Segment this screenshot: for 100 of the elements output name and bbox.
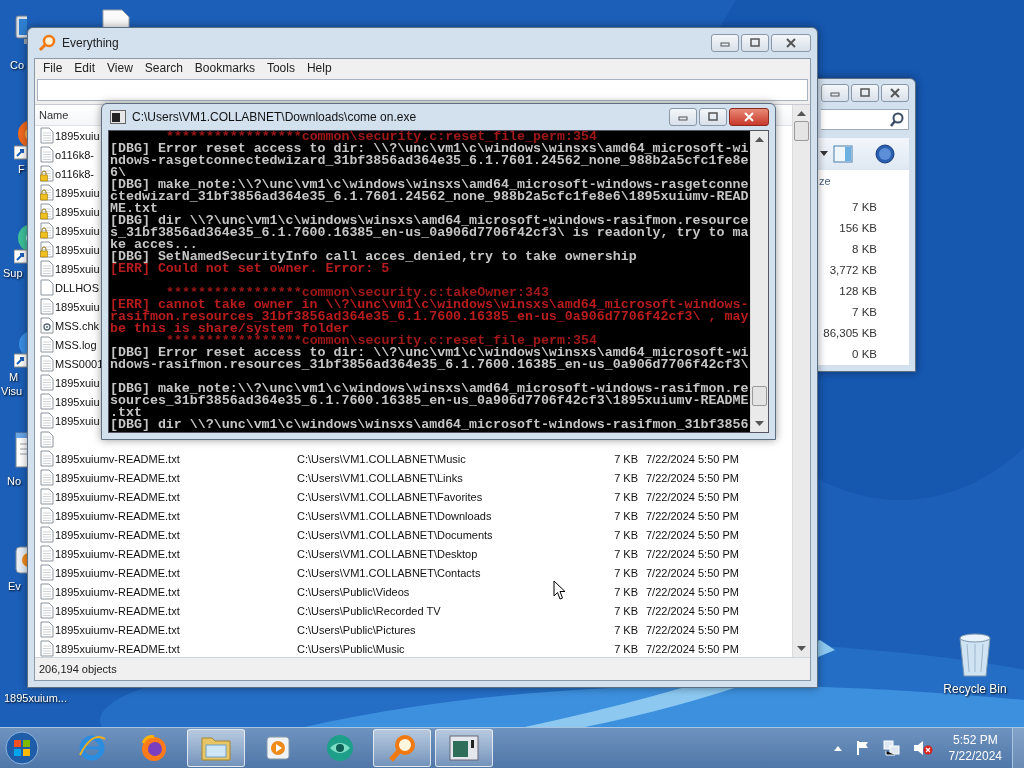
console-line: be this is share/system folder [110, 323, 350, 335]
file-name[interactable]: 1895xuiumv-README.txt [55, 604, 180, 617]
file-name[interactable]: MSS.chk [55, 319, 99, 332]
file-size: 0 KB [852, 347, 877, 362]
menu-item[interactable]: Tools [260, 61, 301, 75]
file-path: C:\Users\VM1.COLLABNET\Desktop [297, 547, 478, 560]
console-line: *****************common\security.c:reset_file_perm:354 [166, 131, 597, 143]
status-text: 206,194 objects [39, 663, 117, 675]
desktop-icon-label: 1895xuium... [4, 691, 67, 705]
file-name[interactable]: 1895xuiu [55, 224, 100, 237]
modified-date: 7/22/2024 5:50 PM [646, 471, 739, 484]
file-size: 7 KB [614, 452, 638, 465]
file-name[interactable]: 1895xuiu [55, 243, 100, 256]
console-line: s_31bf3856ad364e35_6.1.7600.16385_en-us_0a906d7706f42cf3\ is readonly, try to ma [110, 227, 750, 239]
modified-date: 7/22/2024 5:50 PM [646, 490, 739, 503]
file-name[interactable]: 1895xuiumv-README.txt [55, 471, 180, 484]
file-name[interactable]: 1895xuiumv-README.txt [55, 547, 180, 560]
console-line: ke acces... [110, 239, 198, 251]
file-name[interactable]: MSS.log [55, 338, 97, 351]
window-title: Everything [62, 36, 119, 50]
menu-item[interactable]: Edit [68, 61, 102, 75]
console-line: [ERR] cannot take owner in \\?\unc\vm1\c\windows\winsxs\amd64_microsoft-windows- [110, 299, 750, 311]
console-line: *****************common\security.c:reset_file_perm:354 [166, 335, 597, 347]
modified-date: 7/22/2024 5:50 PM [646, 623, 739, 636]
file-size: 7 KB [852, 305, 877, 320]
file-name[interactable]: 1895xuiu [55, 376, 100, 389]
modified-date: 7/22/2024 5:50 PM [646, 452, 739, 465]
desktop-icon-label: M [9, 370, 19, 384]
file-name[interactable]: 1895xuiu [55, 129, 100, 142]
file-path: C:\Users\VM1.COLLABNET\Contacts [297, 566, 481, 579]
file-size: 7 KB [614, 528, 638, 541]
file-path: C:\Users\VM1.COLLABNET\Favorites [297, 490, 483, 503]
console-line: [DBG] Error reset access to dir: \\?\unc\vm1\c\windows\winsxs\amd64_microsoft-wi [110, 143, 750, 155]
menu-item[interactable]: Search [138, 61, 189, 75]
desktop-icon-label: Co [10, 58, 25, 72]
file-name[interactable]: 1895xuiu [55, 186, 100, 199]
menu-item[interactable]: View [101, 61, 139, 75]
modified-date: 7/22/2024 5:50 PM [646, 566, 739, 579]
window-title: C:\Users\VM1.COLLABNET\Downloads\come on.exe [132, 110, 417, 124]
menu-item[interactable]: Bookmarks [188, 61, 261, 75]
file-name[interactable]: 1895xuiu [55, 300, 100, 313]
file-name[interactable]: 1895xuiumv-README.txt [55, 490, 180, 503]
file-name[interactable]: o116k8- [55, 167, 94, 180]
console-line: [DBG] dir \\?\unc\vm1\c\windows\winsxs\amd64_microsoft-windows-rasifmon_31bf3856 [110, 419, 750, 431]
column-header[interactable]: ze [819, 170, 831, 197]
console-line: [ERR] Could not set owner. Error: 5 [110, 263, 390, 275]
file-name[interactable]: 1895xuiumv-README.txt [55, 566, 180, 579]
file-path: C:\Users\Public\Music [297, 642, 405, 655]
file-size: 7 KB [852, 200, 877, 215]
file-size: 7 KB [614, 509, 638, 522]
file-path: C:\Users\Public\Videos [297, 585, 410, 598]
file-name[interactable]: DLLHOS [55, 281, 100, 294]
file-name[interactable]: 1895xuiumv-README.txt [55, 509, 180, 522]
file-name[interactable]: 1895xuiu [55, 262, 100, 275]
file-path: C:\Users\Public\Pictures [297, 623, 416, 636]
file-size: 128 KB [839, 284, 877, 299]
file-name[interactable]: 1895xuiumv-README.txt [55, 452, 180, 465]
file-name[interactable]: 1895xuiumv-README.txt [55, 585, 180, 598]
file-path: C:\Users\VM1.COLLABNET\Music [297, 452, 466, 465]
column-header[interactable]: Name [35, 109, 69, 121]
clock-time[interactable]: 5:52 PM [952, 732, 998, 748]
console-line: .txt [110, 407, 142, 419]
console-line: rasifmon.resources_31bf3856ad364e35_6.1.7600.16385_en-us_0a906d7706f42cf3\ , may [110, 311, 750, 323]
file-name[interactable]: 1895xuiu [55, 414, 100, 427]
clock-date[interactable]: 7/22/2024 [948, 748, 1002, 764]
file-path: C:\Users\VM1.COLLABNET\Links [297, 471, 463, 484]
modified-date: 7/22/2024 5:50 PM [646, 547, 739, 560]
file-size: 7 KB [614, 642, 638, 655]
console-line: ctedwizard_31bf3856ad364e35_6.1.7601.24562_none_988b2a5cfc1fe8e6\1895xuiumv-READ [110, 191, 750, 203]
console-line: 6\ [110, 167, 126, 179]
modified-date: 7/22/2024 5:50 PM [646, 642, 739, 655]
file-size: 7 KB [614, 490, 638, 503]
file-name[interactable]: 1895xuiu [55, 395, 100, 408]
console-line: ME.txt [110, 203, 158, 215]
file-size: 86,305 KB [823, 326, 877, 341]
file-size: 7 KB [614, 623, 638, 636]
console-line: [DBG] dir \\?\unc\vm1\c\windows\winsxs\amd64_microsoft-windows-rasifmon.resource [110, 215, 750, 227]
menu-item[interactable]: File [37, 61, 69, 75]
file-name[interactable]: 1895xuiumv-README.txt [55, 528, 180, 541]
modified-date: 7/22/2024 5:50 PM [646, 528, 739, 541]
file-path: C:\Users\VM1.COLLABNET\Downloads [297, 509, 492, 522]
file-name[interactable]: 1895xuiumv-README.txt [55, 623, 180, 636]
modified-date: 7/22/2024 5:50 PM [646, 509, 739, 522]
console-line: sources_31bf3856ad364e35_6.1.7600.16385_en-us_0a906d7706f42cf3\1895xuiumv-README [110, 395, 750, 407]
file-path: C:\Users\VM1.COLLABNET\Documents [297, 528, 493, 541]
console-line: *****************common\security.c:takeOwner:343 [166, 287, 549, 299]
file-name[interactable]: o116k8- [55, 148, 94, 161]
file-name[interactable]: MSS0001 [55, 357, 104, 370]
file-name[interactable]: 1895xuiu [55, 205, 100, 218]
file-size: 7 KB [614, 585, 638, 598]
file-size: 8 KB [852, 242, 877, 257]
file-path: C:\Users\Public\Recorded TV [297, 604, 441, 617]
desktop-icon-label[interactable]: Recycle Bin [943, 682, 1007, 696]
modified-date: 7/22/2024 5:50 PM [646, 585, 739, 598]
file-name[interactable]: 1895xuiumv-README.txt [55, 642, 180, 655]
console-line: [DBG] Error reset access to dir: \\?\unc\vm1\c\windows\winsxs\amd64_microsoft-wi [110, 347, 750, 359]
console-line: [DBG] make_note:\\?\unc\vm1\c\windows\winsxs\amd64_microsoft-windows-rasgetconne [110, 179, 750, 191]
menu-item[interactable]: Help [300, 61, 338, 75]
desktop-icon-label: Visu [1, 384, 23, 398]
file-size: 3,772 KB [829, 263, 877, 278]
